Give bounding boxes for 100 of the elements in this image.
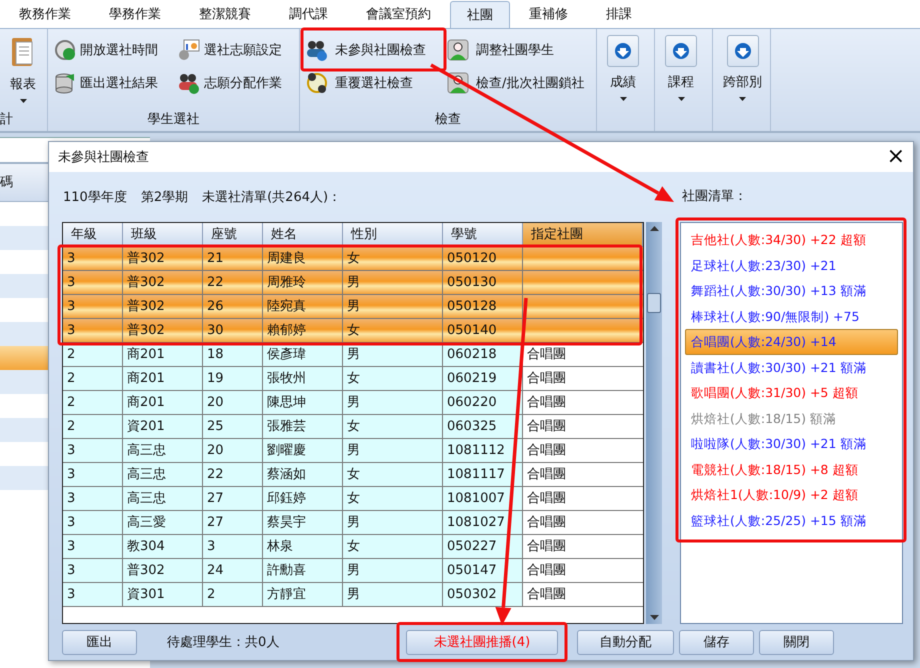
table-cell: 方靜宜: [267, 587, 306, 602]
table-cell: 060220: [447, 395, 497, 410]
action-button[interactable]: 自動分配: [577, 630, 674, 654]
scroll-thumb[interactable]: [647, 293, 661, 313]
ribbon-button[interactable]: 報表: [6, 33, 40, 111]
table-row[interactable]: 3 普302 21 周建良 女 050120: [63, 247, 643, 271]
ribbon-button[interactable]: 跨部別: [719, 33, 766, 111]
ribbon-tab[interactable]: 重補修: [510, 1, 587, 28]
club-item[interactable]: 合唱團(人數:24/30) +14: [685, 329, 898, 354]
table-cell: 陳思坤: [267, 395, 306, 410]
club-item[interactable]: 棒球社(人數:90/無限制) +75: [685, 304, 898, 329]
table-cell: 教304: [127, 539, 165, 554]
table-row[interactable]: 2 商201 19 張牧州 女 060219 合唱團: [63, 367, 643, 391]
ribbon-button[interactable]: 成績: [603, 33, 643, 111]
club-item[interactable]: 舞蹈社(人數:30/30) +13 額滿: [685, 278, 898, 304]
ribbon-button[interactable]: 調整社團學生: [447, 33, 592, 66]
table-row[interactable]: 3 高三忠 20 劉曜慶 男 1081112 合唱團: [63, 439, 643, 463]
club-label: 吉他社(人數:34/30) +22 超額: [691, 232, 866, 247]
table-cell: 高三忠: [127, 491, 166, 506]
table-cell: 男: [347, 443, 360, 458]
table-cell: 普302: [127, 275, 165, 290]
table-row[interactable]: 2 商201 20 陳思坤 男 060220 合唱團: [63, 391, 643, 415]
table-cell: 男: [347, 395, 360, 410]
table-cell: 30: [207, 323, 224, 338]
club-item[interactable]: 電競社(人數:18/15) +8 超額: [685, 456, 898, 482]
club-label: 籃球社(人數:25/25) +15 額滿: [691, 512, 866, 528]
ribbon-tab[interactable]: 學務作業: [90, 1, 180, 28]
table-row[interactable]: 3 教304 3 林泉 女 050227 合唱團: [63, 535, 643, 559]
ribbon-button[interactable]: 檢查/批次社團鎖社: [447, 66, 592, 99]
club-label: 啦啦隊(人數:30/30) +21 額滿: [691, 436, 866, 451]
table-row[interactable]: 3 普302 26 陸宛真 男 050128: [63, 295, 643, 319]
list-label: 社團清單：: [681, 188, 748, 206]
database-icon: [54, 72, 76, 94]
ribbon-button[interactable]: 重覆選社檢查: [306, 66, 441, 99]
table-cell: 普302: [127, 563, 165, 578]
scrollbar[interactable]: [646, 222, 662, 624]
table-row[interactable]: 3 高三忠 27 邱鈺婷 女 1081007 合唱團: [63, 487, 643, 511]
table-cell: 3: [67, 539, 76, 554]
club-item[interactable]: 讀書社(人數:30/30) +21 額滿: [685, 354, 898, 380]
table-cell: 2: [67, 371, 76, 386]
table-cell: 女: [347, 251, 360, 266]
table-cell: 張雅芸: [267, 419, 306, 434]
column-header[interactable]: 性別: [343, 223, 443, 246]
table-cell: 3: [67, 587, 76, 602]
table-cell: 20: [207, 443, 224, 458]
ribbon-tab[interactable]: 調代課: [270, 1, 347, 28]
table-row[interactable]: 3 高三忠 22 蔡涵如 女 1081117 合唱團: [63, 463, 643, 487]
table-cell: 周雅玲: [267, 275, 306, 290]
scroll-up-icon: [650, 226, 658, 231]
table-cell: 050128: [447, 299, 497, 314]
table-cell: 3: [67, 491, 76, 506]
download-icon: [614, 42, 632, 60]
club-item[interactable]: 啦啦隊(人數:30/30) +21 額滿: [685, 431, 898, 456]
ribbon-tab[interactable]: 會議室預約: [347, 1, 450, 28]
ribbon-button[interactable]: 未參與社團檢查: [306, 33, 441, 66]
ribbon-button[interactable]: 課程: [661, 33, 701, 111]
ribbon-tab[interactable]: 教務作業: [0, 1, 90, 28]
table-cell: 3: [67, 299, 76, 314]
table-cell: 合唱團: [527, 371, 566, 386]
column-header[interactable]: 班級: [123, 223, 203, 246]
table-cell: 邱鈺婷: [267, 491, 306, 506]
club-label: 電競社(人數:18/15) +8 超額: [691, 462, 858, 476]
table-row[interactable]: 3 普302 22 周雅玲 男 050130: [63, 271, 643, 295]
table-cell: 普302: [127, 299, 165, 314]
table-row[interactable]: 2 資201 25 張雅芸 女 060325 合唱團: [63, 415, 643, 439]
table-row[interactable]: 3 高三愛 27 蔡昊宇 男 1081027 合唱團: [63, 511, 643, 535]
club-item[interactable]: 籃球社(人數:25/25) +15 額滿: [685, 508, 898, 533]
close-button[interactable]: ×: [878, 146, 913, 168]
save-button[interactable]: 儲存: [679, 630, 754, 654]
ribbon-button[interactable]: 匯出選社結果: [54, 66, 172, 99]
table-cell: 賴郁婷: [267, 323, 306, 338]
table-row[interactable]: 3 資301 2 方靜宜 男 050302 合唱團: [63, 583, 643, 607]
table-cell: 1081027: [447, 515, 505, 530]
table-cell: 商201: [127, 395, 165, 410]
club-item[interactable]: 烘焙社1(人數:10/9) +2 超額: [685, 482, 898, 508]
table-cell: 陸宛真: [267, 299, 306, 314]
ribbon-tab[interactable]: 社團: [450, 1, 510, 28]
column-header[interactable]: 座號: [203, 223, 263, 246]
export-button[interactable]: 匯出: [62, 630, 137, 654]
table-row[interactable]: 3 普302 24 許勳喜 男 050147 合唱團: [63, 559, 643, 583]
table-cell: 3: [67, 323, 76, 338]
club-item[interactable]: 足球社(人數:23/30) +21: [685, 252, 898, 278]
table-cell: 男: [347, 275, 360, 290]
close-button[interactable]: 關閉: [759, 630, 834, 654]
club-item[interactable]: 吉他社(人數:34/30) +22 超額: [685, 227, 898, 252]
column-header[interactable]: 年級: [63, 223, 123, 246]
club-item[interactable]: 歌唱團(人數:31/30) +5 超額: [685, 380, 898, 406]
table-cell: 合唱團: [527, 443, 566, 458]
ribbon-tab[interactable]: 排課: [587, 1, 651, 28]
column-header[interactable]: 姓名: [263, 223, 343, 246]
ribbon-button[interactable]: 開放選社時間: [54, 33, 172, 66]
ribbon-tab[interactable]: 整潔競賽: [180, 1, 270, 28]
ribbon-button[interactable]: 志願分配作業: [178, 66, 296, 99]
table-cell: 26: [207, 299, 224, 314]
column-header[interactable]: 指定社團: [523, 223, 643, 246]
ribbon-button[interactable]: 選社志願設定: [178, 33, 296, 66]
table-row[interactable]: 2 商201 18 侯彥瑋 男 060218 合唱團: [63, 343, 643, 367]
table-row[interactable]: 3 普302 30 賴郁婷 女 050140: [63, 319, 643, 343]
table-cell: 男: [347, 563, 360, 578]
club-item[interactable]: 烘焙社(人數:18/15) 額滿: [685, 406, 898, 431]
